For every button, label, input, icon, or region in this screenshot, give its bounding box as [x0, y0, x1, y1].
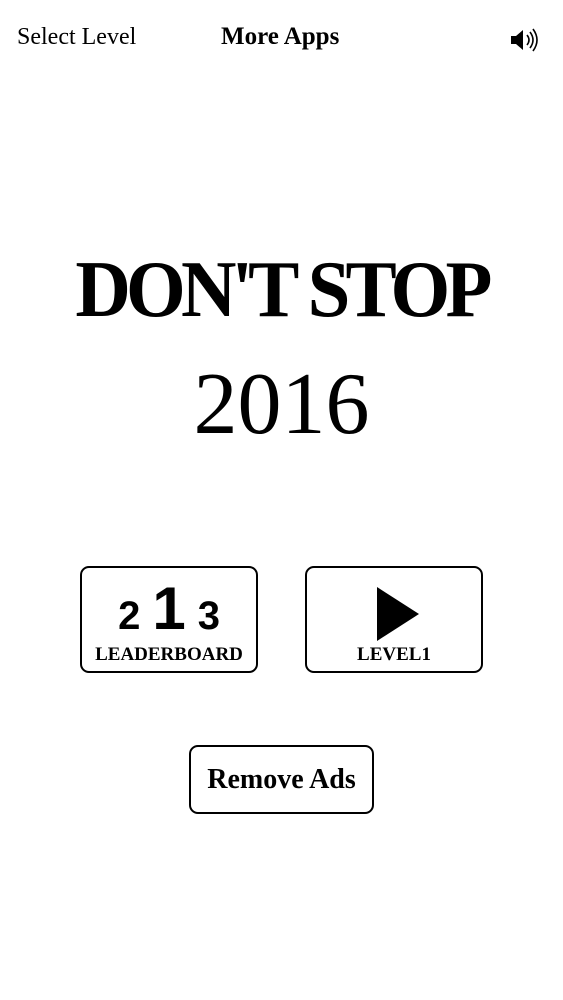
- rank-third-digit: 3: [197, 594, 220, 638]
- speaker-on-icon: [511, 28, 538, 52]
- game-menu-screen: { "topbar": { "select_level_label": "Sel…: [0, 0, 563, 1000]
- select-level-link[interactable]: Select Level: [17, 22, 136, 52]
- podium-ranks-icon: 213: [82, 574, 256, 643]
- sound-toggle-button[interactable]: [508, 26, 548, 54]
- leaderboard-label: LEADERBOARD: [95, 644, 243, 665]
- rank-first-digit: 1: [152, 575, 186, 642]
- game-title: DON'T STOP: [75, 246, 492, 334]
- more-apps-link[interactable]: More Apps: [221, 22, 339, 52]
- rank-second-digit: 2: [118, 594, 141, 638]
- play-level-button[interactable]: LEVEL1: [305, 566, 483, 673]
- remove-ads-button[interactable]: Remove Ads: [189, 745, 374, 814]
- game-title-year: 2016: [193, 356, 370, 453]
- leaderboard-button[interactable]: 213 LEADERBOARD: [80, 566, 258, 673]
- level-label: LEVEL1: [357, 644, 431, 665]
- remove-ads-label: Remove Ads: [207, 764, 356, 795]
- play-icon: [377, 587, 419, 641]
